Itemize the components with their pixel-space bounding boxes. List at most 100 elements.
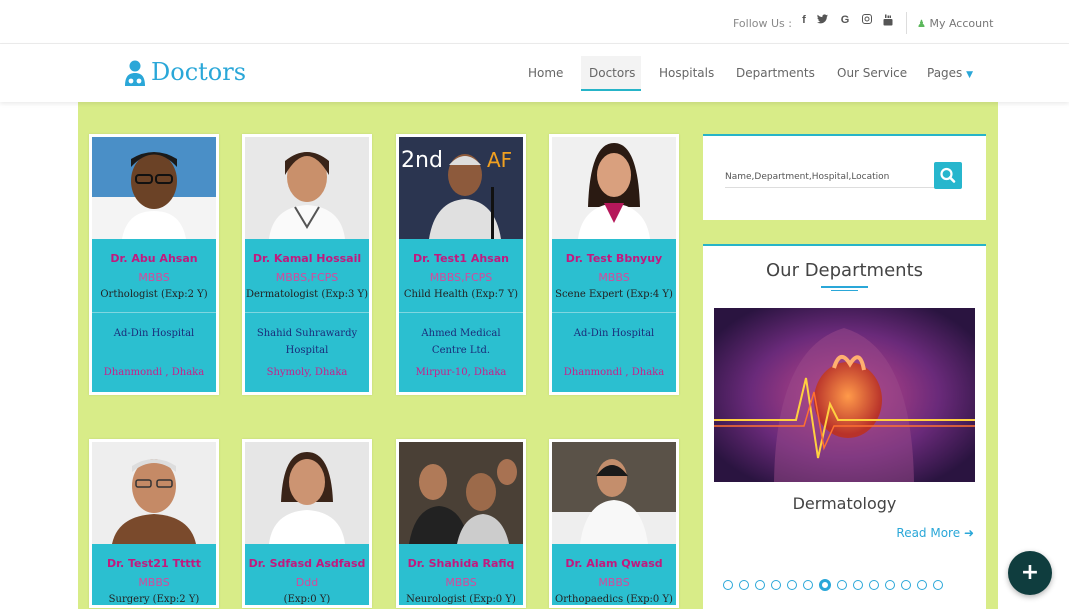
carousel-dot[interactable]: [885, 580, 895, 590]
department-name: Dermatology: [792, 494, 897, 513]
follow-us-label: Follow Us :: [733, 17, 792, 30]
doctor-name[interactable]: Dr. Kamal Hossail: [245, 239, 369, 265]
doctor-location: Dhanmondi , Dhaka: [563, 367, 665, 378]
carousel-dot[interactable]: [739, 580, 749, 590]
carousel-dot[interactable]: [917, 580, 927, 590]
nav-doctors[interactable]: Doctors: [589, 66, 635, 80]
doctor-specialty: Scene Expert (Exp:4 Y): [555, 289, 673, 300]
department-image[interactable]: [714, 308, 975, 482]
doctor-card[interactable]: Dr. Alam Qwasd MBBS Orthopaedics (Exp:0 …: [549, 439, 679, 608]
doctor-info: Dr. Abu Ahsan MBBS Orthologist (Exp:2 Y)…: [92, 239, 216, 392]
doctor-degree: MBBS: [138, 576, 170, 589]
doctor-info: Dr. Kamal Hossail MBBS,FCPS Dermatologis…: [245, 239, 369, 392]
doctor-logo-icon: [125, 60, 145, 86]
doctor-info: Dr. Test Bbnyuy MBBS Scene Expert (Exp:4…: [552, 239, 676, 392]
svg-text:AF: AF: [487, 148, 512, 172]
doctor-name[interactable]: Dr. Test21 Ttttt: [92, 544, 216, 570]
doctor-card[interactable]: Dr. Shahida Rafiq MBBS Neurologist (Exp:…: [396, 439, 526, 608]
doctor-info: Dr. Test1 Ahsan MBBS,FCPS Child Health (…: [399, 239, 523, 392]
doctor-name[interactable]: Dr. Sdfasd Asdfasd: [245, 544, 369, 570]
doctor-degree: MBBS: [138, 271, 170, 284]
doctor-specialty: Child Health (Exp:7 Y): [403, 289, 519, 300]
search-button[interactable]: [934, 162, 962, 189]
main-navbar: Doctors Home Doctors Hospitals Departmen…: [0, 44, 1069, 102]
doctor-specialty: (Exp:0 Y): [283, 594, 331, 605]
nav-our-service[interactable]: Our Service: [837, 66, 907, 80]
doctor-specialty: Dermatologist (Exp:3 Y): [245, 289, 368, 300]
my-account-link[interactable]: ♟ My Account: [917, 17, 993, 30]
doctor-name[interactable]: Dr. Test1 Ahsan: [399, 239, 523, 265]
carousel-dots: [723, 579, 943, 591]
doctor-location: Shymoly, Dhaka: [266, 367, 348, 378]
doctor-degree: MBBS,FCPS: [429, 271, 493, 284]
facebook-icon[interactable]: f: [797, 14, 811, 26]
doctor-info: Dr. Alam Qwasd MBBS Orthopaedics (Exp:0 …: [552, 544, 676, 605]
doctor-hospital[interactable]: Ahmed Medical Centre Ltd.: [399, 313, 523, 363]
arrow-right-icon: ➜: [963, 526, 974, 540]
doctor-card[interactable]: Dr. Abu Ahsan MBBS Orthologist (Exp:2 Y)…: [89, 134, 219, 395]
doctor-card[interactable]: 2nd AF Dr. Test1 Ahsan MBBS,FCPS Child He…: [396, 134, 526, 395]
top-bar-divider: [906, 12, 907, 34]
doctor-hospital[interactable]: Ad-Din Hospital: [92, 313, 216, 363]
doctor-specialty: Orthopaedics (Exp:0 Y): [555, 594, 673, 605]
nav-pages[interactable]: Pages ▼: [927, 66, 973, 80]
plus-fab-button[interactable]: +: [1008, 551, 1052, 595]
read-more-link[interactable]: Read More ➜: [896, 526, 974, 540]
carousel-dot[interactable]: [853, 580, 863, 590]
doctor-card[interactable]: Dr. Sdfasd Asdfasd Ddd (Exp:0 Y): [242, 439, 372, 608]
doctor-degree: MBBS,FCPS: [275, 271, 339, 284]
doctor-specialty: Orthologist (Exp:2 Y): [100, 289, 208, 300]
carousel-dot[interactable]: [901, 580, 911, 590]
doctor-degree: MBBS: [445, 576, 477, 589]
carousel-dot[interactable]: [869, 580, 879, 590]
carousel-dot[interactable]: [819, 579, 831, 591]
instagram-icon[interactable]: [860, 14, 874, 27]
carousel-dot[interactable]: [787, 580, 797, 590]
top-bar: Follow Us : f G ♟ My Account: [0, 0, 1069, 44]
user-icon: ♟: [917, 19, 926, 30]
site-logo-text[interactable]: Doctors: [151, 58, 246, 86]
doctor-name[interactable]: Dr. Test Bbnyuy: [552, 239, 676, 265]
carousel-dot[interactable]: [933, 580, 943, 590]
carousel-dot[interactable]: [837, 580, 847, 590]
doctor-location: Mirpur-10, Dhaka: [415, 367, 507, 378]
doctor-name[interactable]: Dr. Shahida Rafiq: [399, 544, 523, 570]
doctor-info: Dr. Shahida Rafiq MBBS Neurologist (Exp:…: [399, 544, 523, 605]
carousel-dot[interactable]: [723, 580, 733, 590]
doctor-degree: MBBS: [598, 576, 630, 589]
doctor-photo: [552, 442, 676, 544]
departments-panel: Our Departments Dermatology Read More ➜: [703, 244, 986, 609]
twitter-icon[interactable]: [815, 14, 829, 27]
doctor-name[interactable]: Dr. Abu Ahsan: [92, 239, 216, 265]
carousel-dot[interactable]: [755, 580, 765, 590]
carousel-dot[interactable]: [771, 580, 781, 590]
doctor-card[interactable]: Dr. Kamal Hossail MBBS,FCPS Dermatologis…: [242, 134, 372, 395]
doctor-photo: [399, 442, 523, 544]
search-icon: [940, 167, 956, 183]
my-account-label: My Account: [929, 17, 994, 30]
doctor-card[interactable]: Dr. Test21 Ttttt MBBS Surgery (Exp:2 Y): [89, 439, 219, 608]
doctor-info: Dr. Test21 Ttttt MBBS Surgery (Exp:2 Y): [92, 544, 216, 605]
nav-departments[interactable]: Departments: [736, 66, 815, 80]
chevron-down-icon: ▼: [966, 70, 974, 80]
nav-home[interactable]: Home: [528, 66, 563, 80]
doctor-photo: [92, 442, 216, 544]
read-more-label: Read More: [896, 526, 961, 540]
carousel-dot[interactable]: [803, 580, 813, 590]
doctor-location: Dhanmondi , Dhaka: [103, 367, 205, 378]
doctor-name[interactable]: Dr. Alam Qwasd: [552, 544, 676, 570]
search-panel: [703, 134, 986, 220]
doctor-degree: Ddd: [295, 576, 319, 589]
google-icon[interactable]: G: [838, 14, 852, 26]
doctor-hospital[interactable]: Shahid Suhrawardy Hospital: [245, 313, 369, 363]
doctor-photo: 2nd AF: [399, 137, 523, 239]
nav-hospitals[interactable]: Hospitals: [659, 66, 714, 80]
svg-text:2nd: 2nd: [401, 148, 443, 173]
doctor-card[interactable]: Dr. Test Bbnyuy MBBS Scene Expert (Exp:4…: [549, 134, 679, 395]
doctor-hospital[interactable]: Ad-Din Hospital: [552, 313, 676, 363]
youtube-icon[interactable]: [881, 14, 895, 29]
departments-title: Our Departments: [766, 260, 923, 281]
search-input[interactable]: [725, 166, 937, 188]
doctor-info: Dr. Sdfasd Asdfasd Ddd (Exp:0 Y): [245, 544, 369, 605]
doctor-photo: [245, 137, 369, 239]
